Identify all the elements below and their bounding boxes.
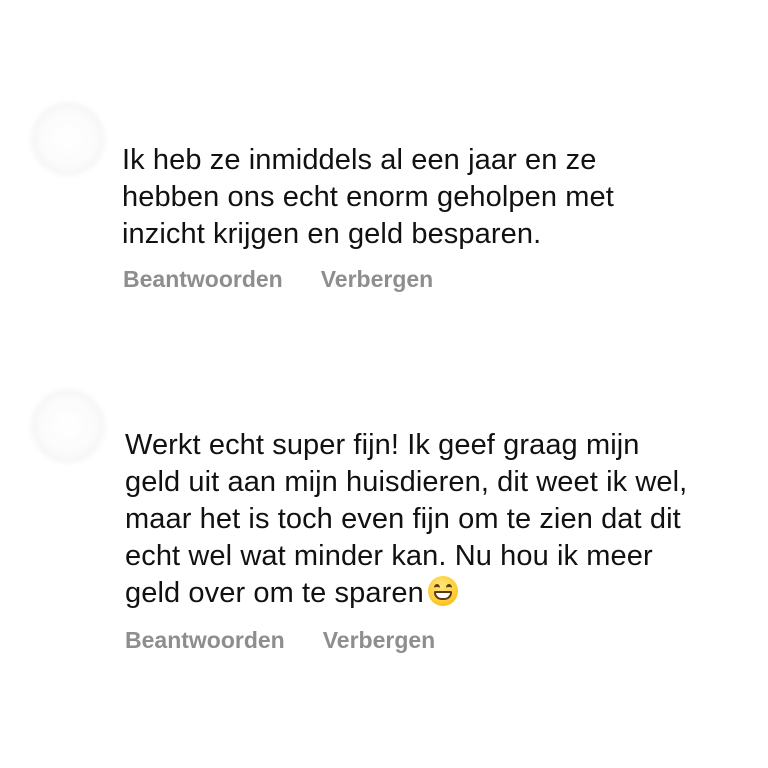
comment-text-line: geld uit aan mijn huisdieren, dit weet i…	[125, 466, 688, 498]
comment-text-line-last: geld over om te sparen	[125, 575, 687, 612]
comments-page: Ik heb ze inmiddels al een jaar en ze he…	[0, 0, 768, 768]
comment-text-line: Ik heb ze inmiddels al een jaar en ze	[122, 144, 597, 176]
hide-button[interactable]: Verbergen	[321, 266, 434, 293]
comment-text-line: inzicht krijgen en geld besparen.	[122, 218, 542, 250]
comment-text-line: echt wel wat minder kan. Nu hou ik meer	[125, 540, 653, 572]
comment-text-line: maar het is toch even fijn om te zien da…	[125, 503, 681, 535]
hide-button[interactable]: Verbergen	[323, 627, 436, 654]
grinning-face-with-smiling-eyes-icon	[427, 576, 458, 606]
comment-text-line: hebben ons echt enorm geholpen met	[122, 181, 614, 213]
comment-actions: Beantwoorden Verbergen	[125, 627, 435, 654]
reply-button[interactable]: Beantwoorden	[123, 266, 283, 293]
avatar[interactable]	[33, 104, 103, 174]
reply-button[interactable]: Beantwoorden	[125, 627, 285, 654]
comment-text: Ik heb ze inmiddels al een jaar en ze he…	[122, 142, 614, 253]
comment-text-line: Werkt echt super fijn! Ik geef graag mij…	[125, 429, 640, 461]
comment-actions: Beantwoorden Verbergen	[123, 266, 433, 293]
avatar[interactable]	[33, 391, 103, 461]
comment-text: Werkt echt super fijn! Ik geef graag mij…	[125, 427, 687, 612]
comment-text-fragment: geld over om te sparen	[125, 577, 424, 609]
